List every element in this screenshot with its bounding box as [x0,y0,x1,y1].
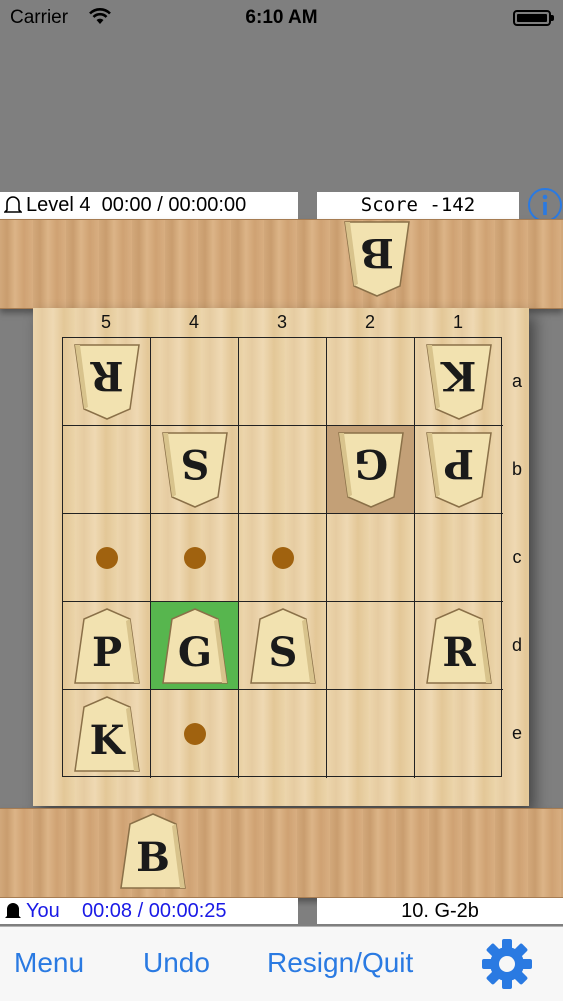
board-square-4a[interactable] [151,338,239,426]
player-piece-g[interactable]: G [160,607,230,685]
opponent-piece-g[interactable]: G [336,431,406,509]
player-clock: 00:08 / 00:00:25 [81,900,227,922]
player-piece-k[interactable]: K [72,695,142,773]
opponent-clock: 00:00 / 00:00:00 [101,194,247,216]
board-square-3b[interactable] [239,426,327,514]
board-square-1c[interactable] [415,514,503,602]
piece-label: K [441,352,477,399]
board-square-2c[interactable] [327,514,415,602]
piece-label: B [360,229,394,276]
opponent-piece-k[interactable]: K [424,343,494,421]
board-square-5c[interactable] [63,514,151,602]
piece-label: S [180,440,210,487]
clock-time: 6:10 AM [245,7,318,28]
board-square-4e[interactable] [151,690,239,778]
shogi-board: 5 4 3 2 1 a b c d e R K S G P P G S R K [33,308,529,806]
player-piece-s[interactable]: S [248,607,318,685]
player-piece-p[interactable]: P [72,607,142,685]
piece-label: G [177,629,213,676]
rank-label: e [511,723,522,743]
board-square-2a[interactable] [327,338,415,426]
bell-outline-icon [4,196,22,213]
player-hand-piece[interactable]: B [118,812,188,890]
board-square-3c[interactable] [239,514,327,602]
piece-label: P [443,440,475,487]
opponent-info: Level 4 00:00 / 00:00:00 [0,192,298,219]
piece-label: G [353,440,389,487]
move-hint-dot[interactable] [184,723,206,745]
last-move-display: 10. G-2b [317,898,563,924]
settings-gear-icon[interactable] [481,938,533,990]
board-square-5b[interactable] [63,426,151,514]
move-hint-dot[interactable] [184,547,206,569]
file-label: 1 [452,312,463,332]
rank-label: c [512,547,522,567]
opponent-piece-p[interactable]: P [424,431,494,509]
score-display: Score -142 [317,192,519,219]
opponent-hand-piece[interactable]: B [342,220,412,298]
rank-label: b [511,459,522,479]
player-name: You [26,900,60,922]
move-hint-dot[interactable] [96,547,118,569]
player-info: You 00:08 / 00:00:25 [0,898,298,924]
file-label: 3 [276,312,287,332]
opponent-piece-s[interactable]: S [160,431,230,509]
piece-label: K [89,717,125,764]
opponent-hand [0,219,563,309]
opponent-piece-r[interactable]: R [72,343,142,421]
move-hint-dot[interactable] [272,547,294,569]
board-square-2d[interactable] [327,602,415,690]
board-square-2e[interactable] [327,690,415,778]
board-square-3a[interactable] [239,338,327,426]
board-square-3e[interactable] [239,690,327,778]
status-bar: Carrier 6:10 AM [0,0,563,38]
piece-label: R [90,352,124,399]
board-square-4c[interactable] [151,514,239,602]
file-label: 5 [100,312,111,332]
piece-label: P [91,629,123,676]
file-label: 4 [188,312,199,332]
resign-quit-button[interactable]: Resign/Quit [267,947,413,979]
bell-filled-icon [5,903,21,918]
rank-label: a [511,371,522,391]
info-icon[interactable] [527,187,563,223]
opponent-level: Level 4 [26,194,91,216]
menu-button[interactable]: Menu [14,947,84,979]
file-label: 2 [364,312,375,332]
board-square-1e[interactable] [415,690,503,778]
piece-label: R [442,629,476,676]
piece-label: B [136,834,170,881]
undo-button[interactable]: Undo [143,947,210,979]
piece-label: S [268,629,298,676]
player-hand [0,808,563,898]
bottom-toolbar: Menu Undo Resign/Quit [0,926,563,1001]
player-piece-r[interactable]: R [424,607,494,685]
battery-icon [513,10,554,26]
rank-label: d [511,635,522,655]
board-grid: R K S G P P G S R K [62,337,503,778]
